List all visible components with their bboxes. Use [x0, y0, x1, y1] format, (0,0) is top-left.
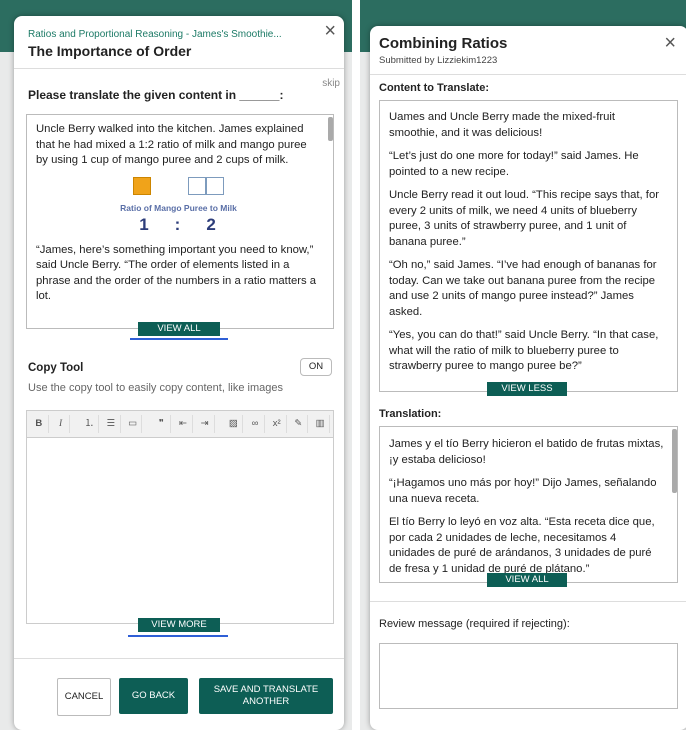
lesson-subtitle: Ratios and Proportional Reasoning - Jame… — [28, 29, 282, 40]
close-icon[interactable]: × — [324, 21, 336, 41]
comment-icon[interactable]: ▭ — [124, 415, 143, 433]
view-more-underline — [128, 635, 228, 637]
superscript-icon[interactable]: x² — [268, 415, 287, 433]
translation-box[interactable]: James y el tío Berry hicieron el batido … — [379, 426, 678, 583]
translation-editor[interactable]: B I ⒈ ☰ ▭ ❞ ⇤ ⇥ ▨ ∞ x² ✎ ▥ — [26, 410, 334, 624]
view-all-button[interactable]: VIEW ALL — [138, 322, 220, 336]
translate-prompt: Please translate the given content in __… — [28, 88, 284, 102]
content-paragraph: “Let’s just do one more for today!” said… — [389, 150, 639, 178]
translation-paragraph: James y el tío Berry hicieron el batido … — [389, 438, 664, 466]
mango-square — [133, 176, 152, 195]
milk-square — [205, 176, 224, 195]
content-paragraph: “Oh no,” said James. “I’ve had enough of… — [389, 259, 657, 318]
ratio-left: 1 — [139, 215, 151, 234]
modal-title: Combining Ratios — [379, 35, 508, 52]
review-message-input[interactable] — [379, 643, 678, 709]
edit-icon[interactable]: ✎ — [290, 415, 309, 433]
content-scrollbar[interactable] — [328, 117, 333, 141]
translation-paragraph: El tío Berry lo leyó en voz alta. “Esta … — [389, 516, 655, 575]
header-divider — [370, 74, 686, 75]
go-back-button[interactable]: GO BACK — [119, 678, 188, 714]
content-label: Content to Translate: — [379, 82, 490, 94]
submitted-by: Submitted by Lizziekim1223 — [379, 55, 498, 66]
columns-icon[interactable]: ▥ — [311, 415, 330, 433]
ordered-list-icon[interactable]: ⒈ — [80, 415, 100, 433]
copy-tool-toggle[interactable]: ON — [300, 358, 332, 376]
translation-scrollbar[interactable] — [672, 429, 677, 493]
ratio-diagram — [36, 176, 321, 201]
quote-icon[interactable]: ❞ — [152, 415, 172, 433]
copy-tool-description: Use the copy tool to easily copy content… — [28, 382, 283, 394]
ratio-right: 2 — [206, 215, 218, 234]
skip-link[interactable]: skip — [322, 78, 340, 89]
translation-label: Translation: — [379, 408, 442, 420]
copy-tool-title: Copy Tool — [28, 362, 84, 374]
view-more-button[interactable]: VIEW MORE — [138, 618, 220, 632]
content-to-translate-box[interactable]: Uames and Uncle Berry made the mixed-fru… — [379, 100, 678, 392]
source-content-box[interactable]: Uncle Berry walked into the kitchen. Jam… — [26, 114, 334, 329]
ratio-numbers: 1: 2 — [36, 215, 321, 234]
content-paragraph: Uames and Uncle Berry made the mixed-fru… — [389, 111, 616, 139]
view-all-button[interactable]: VIEW ALL — [487, 573, 567, 587]
close-icon[interactable]: × — [664, 33, 676, 53]
bullet-list-icon[interactable]: ☰ — [102, 415, 121, 433]
italic-button[interactable]: I — [52, 415, 71, 433]
cancel-button[interactable]: CANCEL — [57, 678, 111, 716]
content-paragraph: Uncle Berry walked into the kitchen. Jam… — [36, 123, 307, 166]
header-divider — [14, 68, 344, 69]
bold-button[interactable]: B — [30, 415, 49, 433]
review-message-label: Review message (required if rejecting): — [379, 618, 570, 630]
indent-decrease-icon[interactable]: ⇤ — [174, 415, 193, 433]
review-modal: Combining Ratios Submitted by Lizziekim1… — [370, 26, 686, 730]
ratio-separator: : — [174, 215, 183, 234]
content-paragraph: “James, here’s something important you n… — [36, 243, 317, 303]
editor-toolbar: B I ⒈ ☰ ▭ ❞ ⇤ ⇥ ▨ ∞ x² ✎ ▥ — [27, 411, 333, 438]
translate-modal: Ratios and Proportional Reasoning - Jame… — [14, 16, 344, 730]
modal-title: The Importance of Order — [28, 43, 192, 59]
content-paragraph: “Yes, you can do that!” said Uncle Berry… — [389, 329, 659, 372]
view-less-button[interactable]: VIEW LESS — [487, 382, 567, 396]
image-icon[interactable]: ▨ — [225, 415, 244, 433]
save-and-translate-button[interactable]: SAVE AND TRANSLATE ANOTHER — [199, 678, 333, 714]
milk-square — [187, 176, 206, 195]
section-divider — [370, 601, 686, 602]
indent-increase-icon[interactable]: ⇥ — [196, 415, 215, 433]
link-icon[interactable]: ∞ — [246, 415, 265, 433]
view-all-underline — [130, 338, 228, 340]
translation-paragraph: “¡Hagamos uno más por hoy!” Dijo James, … — [389, 477, 657, 505]
content-paragraph: Uncle Berry read it out loud. “This reci… — [389, 189, 659, 248]
footer-divider — [14, 658, 344, 659]
ratio-label: Ratio of Mango Puree to Milk — [120, 202, 237, 213]
